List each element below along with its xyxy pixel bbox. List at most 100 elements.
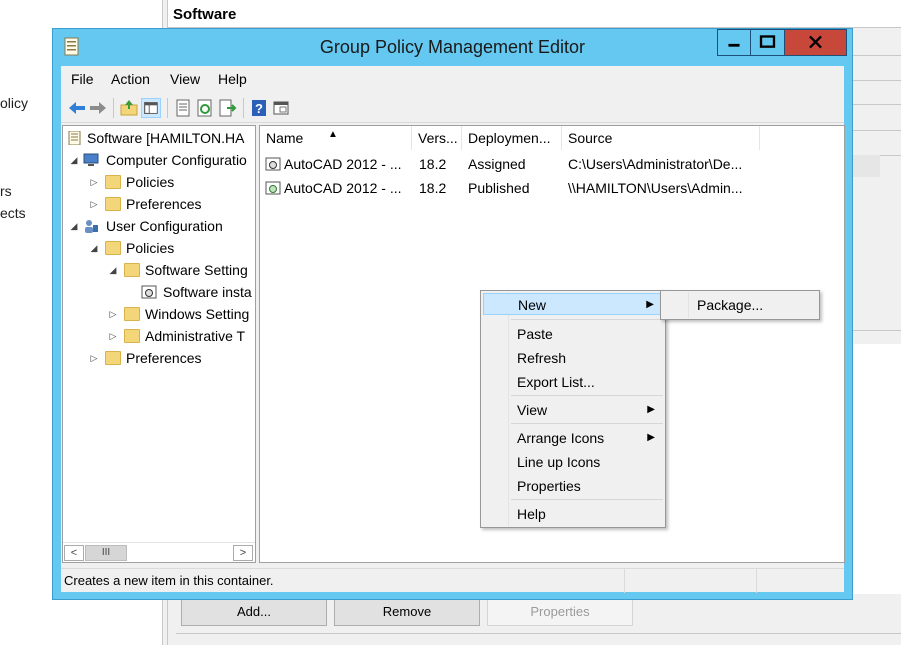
column-header-deployment[interactable]: Deploymen... xyxy=(462,126,562,150)
bg-divider-line xyxy=(852,104,901,105)
cell-source: C:\Users\Administrator\De... xyxy=(568,156,743,172)
submenu-arrow-icon: ▶ xyxy=(646,299,654,310)
expanded-arrow-icon[interactable]: ◢ xyxy=(108,260,118,280)
add-button[interactable]: Add... xyxy=(181,598,327,626)
tree-item-uc-policies[interactable]: ◢ Policies xyxy=(89,238,255,258)
tree-label: Software Setting xyxy=(145,262,248,278)
tree-item-root[interactable]: Software [HAMILTON.HA xyxy=(67,128,255,148)
menu-item-view[interactable]: View ▶ xyxy=(483,399,663,421)
menu-item-line-up-icons[interactable]: Line up Icons xyxy=(483,451,663,473)
column-header-version[interactable]: Vers... xyxy=(412,126,462,150)
menu-label: Paste xyxy=(517,326,553,342)
tree-horizontal-scrollbar[interactable]: < III > xyxy=(63,542,255,562)
menu-label: Help xyxy=(517,506,546,522)
menu-item-paste[interactable]: Paste xyxy=(483,323,663,345)
menu-label: Package... xyxy=(697,297,764,313)
menu-separator xyxy=(511,319,663,320)
column-header-name[interactable]: Name ▲ xyxy=(260,126,412,150)
menu-item-help[interactable]: Help xyxy=(483,503,663,525)
table-row[interactable]: AutoCAD 2012 - ... 18.2 Assigned C:\User… xyxy=(262,152,842,176)
cell-deployment: Published xyxy=(468,180,530,196)
menu-item-refresh[interactable]: Refresh xyxy=(483,347,663,369)
collapsed-arrow-icon[interactable]: ▷ xyxy=(89,348,99,368)
tree-item-uc-preferences[interactable]: ▷ Preferences xyxy=(89,348,255,368)
menu-action[interactable]: Action xyxy=(111,71,150,87)
menu-label: Refresh xyxy=(517,350,567,366)
background-header xyxy=(168,0,901,28)
close-button[interactable] xyxy=(785,29,847,56)
menu-bar: File Action View Help xyxy=(61,66,844,92)
menu-item-new[interactable]: New ▶ xyxy=(483,293,663,315)
title-bar[interactable]: Group Policy Management Editor xyxy=(53,29,852,65)
menu-label: Properties xyxy=(517,478,581,494)
show-hide-icon[interactable] xyxy=(271,98,291,118)
properties-icon[interactable] xyxy=(173,98,193,118)
software-installation-icon xyxy=(141,285,157,299)
menu-view[interactable]: View xyxy=(170,71,200,87)
gpo-scroll-icon xyxy=(68,131,81,145)
folder-icon xyxy=(124,263,140,277)
minimize-button[interactable] xyxy=(717,29,751,56)
tree-item-windows-settings[interactable]: ▷ Windows Setting xyxy=(108,304,255,324)
bg-divider-line xyxy=(852,55,901,56)
tree-item-cc-preferences[interactable]: ▷ Preferences xyxy=(89,194,255,214)
toolbar: ? xyxy=(61,93,844,123)
menu-item-export-list[interactable]: Export List... xyxy=(483,371,663,393)
menu-label: View xyxy=(517,402,548,418)
export-list-icon[interactable] xyxy=(217,98,237,118)
tree-item-user-configuration[interactable]: ◢ User Configuration xyxy=(69,216,255,236)
scroll-right-icon[interactable]: > xyxy=(233,545,253,561)
scrollbar-thumb[interactable]: III xyxy=(85,545,127,561)
folder-icon xyxy=(105,197,121,211)
collapsed-arrow-icon[interactable]: ▷ xyxy=(108,326,118,346)
background-title: Software xyxy=(173,6,237,23)
menu-item-arrange-icons[interactable]: Arrange Icons ▶ xyxy=(483,427,663,449)
refresh-icon[interactable] xyxy=(195,98,215,118)
menu-help[interactable]: Help xyxy=(218,71,247,87)
tree-item-software-installation[interactable]: Software insta xyxy=(141,282,255,302)
tree-item-software-settings[interactable]: ◢ Software Setting xyxy=(108,260,255,280)
tree-item-cc-policies[interactable]: ▷ Policies xyxy=(89,172,255,192)
menu-item-properties[interactable]: Properties xyxy=(483,475,663,497)
bg-divider-line xyxy=(176,633,901,634)
folder-icon xyxy=(124,307,140,321)
help-icon[interactable]: ? xyxy=(249,98,269,118)
context-menu: New ▶ Paste Refresh Export List... View … xyxy=(480,290,666,528)
tree-pane: Software [HAMILTON.HA ◢ Computer Configu… xyxy=(62,125,256,563)
cell-version: 18.2 xyxy=(419,180,447,196)
submenu-arrow-icon: ▶ xyxy=(647,404,655,415)
column-header-source[interactable]: Source xyxy=(562,126,760,150)
maximize-button[interactable] xyxy=(751,29,785,56)
minimize-icon xyxy=(728,43,740,47)
back-icon[interactable] xyxy=(67,98,87,118)
menu-item-package[interactable]: Package... xyxy=(663,294,817,316)
tree-label: Preferences xyxy=(126,350,202,366)
status-bar: Creates a new item in this container. xyxy=(61,568,844,593)
tree-label: Computer Configuratio xyxy=(106,152,247,168)
menu-file[interactable]: File xyxy=(71,71,94,87)
computer-icon xyxy=(83,153,99,166)
package-icon xyxy=(265,157,281,171)
cell-version: 18.2 xyxy=(419,156,447,172)
menu-label: Line up Icons xyxy=(517,454,601,470)
expanded-arrow-icon[interactable]: ◢ xyxy=(69,150,79,170)
collapsed-arrow-icon[interactable]: ▷ xyxy=(89,194,99,214)
forward-icon[interactable] xyxy=(88,98,108,118)
table-row[interactable]: AutoCAD 2012 - ... 18.2 Published \\HAMI… xyxy=(262,176,842,200)
show-tree-icon[interactable] xyxy=(141,98,161,118)
collapsed-arrow-icon[interactable]: ▷ xyxy=(89,172,99,192)
close-icon xyxy=(809,35,822,49)
expanded-arrow-icon[interactable]: ◢ xyxy=(69,216,79,236)
folder-icon xyxy=(124,329,140,343)
up-folder-icon[interactable] xyxy=(119,98,139,118)
remove-button[interactable]: Remove xyxy=(334,598,480,626)
bg-tree-text: olicy xyxy=(0,95,29,111)
tree-label: User Configuration xyxy=(106,218,223,234)
tree-item-administrative-templates[interactable]: ▷ Administrative T xyxy=(108,326,255,346)
expanded-arrow-icon[interactable]: ◢ xyxy=(89,238,99,258)
collapsed-arrow-icon[interactable]: ▷ xyxy=(108,304,118,324)
menu-label: New xyxy=(518,297,547,313)
scroll-left-icon[interactable]: < xyxy=(64,545,84,561)
tree-item-computer-configuration[interactable]: ◢ Computer Configuratio xyxy=(69,150,255,170)
toolbar-separator xyxy=(113,98,114,118)
